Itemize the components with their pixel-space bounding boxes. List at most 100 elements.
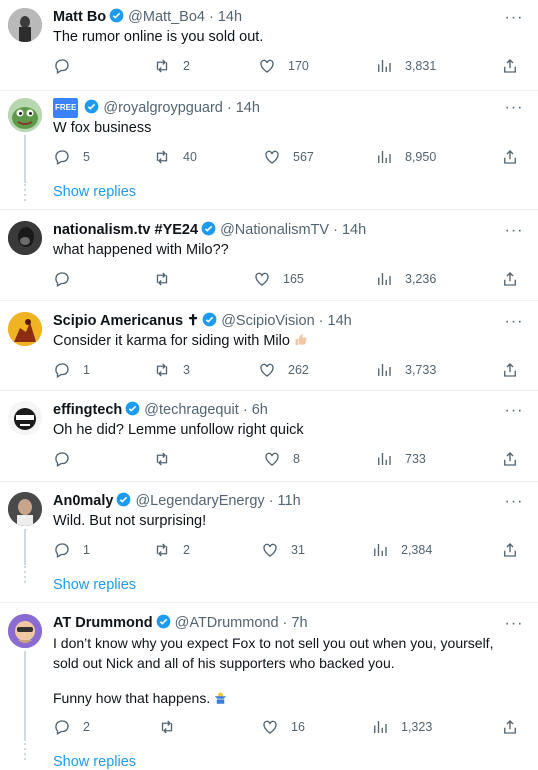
like-button[interactable]: 16 (261, 718, 305, 736)
display-name[interactable]: effingtech (53, 402, 122, 418)
user-handle[interactable]: @NationalismTV (220, 222, 329, 238)
reply-button[interactable] (53, 450, 71, 468)
reply-item[interactable]: effingtech @techragequit · 6h ··· Oh he d… (0, 391, 538, 481)
timestamp[interactable]: · 7h (283, 615, 308, 631)
user-handle[interactable]: @ScipioVision (221, 313, 314, 329)
reply-button[interactable]: 1 (53, 361, 90, 379)
like-count: 8 (293, 452, 300, 466)
more-options-icon[interactable]: ··· (504, 314, 524, 330)
user-handle[interactable]: @LegendaryEnergy (135, 493, 264, 509)
like-button[interactable]: 8 (263, 450, 300, 468)
user-handle[interactable]: @ATDrummond (175, 615, 279, 631)
reply-button[interactable]: 2 (53, 718, 90, 736)
more-options-icon[interactable]: ··· (504, 100, 524, 116)
views-icon (374, 721, 387, 733)
views-button[interactable]: 3,236 (375, 270, 436, 288)
more-options-icon[interactable]: ··· (504, 10, 524, 26)
views-button[interactable]: 8,950 (375, 148, 436, 166)
views-button[interactable]: 1,323 (371, 718, 432, 736)
share-button[interactable] (501, 718, 519, 736)
views-button[interactable]: 3,733 (375, 361, 436, 379)
avatar[interactable] (8, 221, 42, 255)
repost-button[interactable]: 2 (153, 57, 190, 75)
verified-badge-icon (156, 614, 170, 629)
like-count: 262 (288, 363, 309, 377)
more-options-icon[interactable]: ··· (504, 616, 524, 632)
reply-button[interactable] (53, 270, 71, 288)
like-button[interactable]: 262 (258, 361, 309, 379)
reply-button[interactable] (53, 57, 71, 75)
user-handle[interactable]: @royalgroypguard (103, 100, 223, 116)
reply-icon (55, 720, 69, 735)
repost-icon (156, 363, 168, 377)
share-button[interactable] (501, 450, 519, 468)
reply-text-line: I don’t know why you expect Fox to not s… (53, 635, 494, 651)
views-icon (378, 60, 391, 72)
repost-button[interactable]: 3 (153, 361, 190, 379)
like-button[interactable]: 170 (258, 57, 309, 75)
repost-count: 2 (183, 59, 190, 73)
reply-text-line: sold out Nick and all of his supporters … (53, 655, 395, 671)
display-name[interactable]: AT Drummond (53, 615, 153, 631)
display-name[interactable]: nationalism.tv #YE24 (53, 222, 198, 238)
avatar[interactable] (8, 401, 42, 435)
timestamp[interactable]: · 14h (333, 222, 366, 238)
reply-item[interactable]: An0maly @LegendaryEnergy · 11h ··· Wild. … (0, 482, 538, 602)
timestamp[interactable]: · 14h (227, 100, 260, 116)
user-handle[interactable]: @Matt_Bo4 (128, 9, 205, 25)
share-icon (504, 720, 516, 734)
timestamp[interactable]: · 14h (209, 9, 242, 25)
share-button[interactable] (501, 361, 519, 379)
reply-item[interactable]: nationalism.tv #YE24 @NationalismTV · 14h… (0, 210, 538, 300)
heart-icon (263, 720, 277, 734)
share-button[interactable] (501, 270, 519, 288)
heart-icon (260, 363, 274, 377)
like-button[interactable]: 567 (263, 148, 314, 166)
views-button[interactable]: 2,384 (371, 541, 432, 559)
reply-count: 1 (83, 543, 90, 557)
reply-button[interactable]: 5 (53, 148, 90, 166)
view-count: 733 (405, 452, 426, 466)
views-button[interactable]: 3,831 (375, 57, 436, 75)
avatar[interactable] (8, 312, 42, 346)
timestamp[interactable]: · 6h (243, 402, 268, 418)
reply-item[interactable]: FREE @royalgroypguard · 14h ··· W fox bus… (0, 91, 538, 209)
views-button[interactable]: 733 (375, 450, 426, 468)
share-button[interactable] (501, 541, 519, 559)
show-replies-link[interactable]: Show replies (53, 184, 136, 200)
more-options-icon[interactable]: ··· (504, 403, 524, 419)
display-name[interactable]: An0maly (53, 493, 113, 509)
repost-button[interactable]: 2 (153, 541, 190, 559)
like-count: 165 (283, 272, 304, 286)
reply-item[interactable]: Scipio Americanus ✝ @ScipioVision · 14h ·… (0, 301, 538, 391)
reply-item[interactable]: Matt Bo @Matt_Bo4 · 14h ··· The rumor onl… (0, 0, 538, 90)
reply-item[interactable]: AT Drummond @ATDrummond · 7h ··· I don’t … (0, 603, 538, 770)
avatar[interactable] (8, 98, 42, 132)
more-options-icon[interactable]: ··· (504, 494, 524, 510)
avatar[interactable] (8, 614, 42, 648)
timestamp[interactable]: · 14h (319, 313, 352, 329)
more-options-icon[interactable]: ··· (504, 223, 524, 239)
repost-button[interactable] (153, 270, 171, 288)
reply-text: The rumor online is you sold out. (53, 29, 264, 45)
avatar[interactable] (8, 492, 42, 526)
show-replies-link[interactable]: Show replies (53, 577, 136, 593)
reply-header: AT Drummond @ATDrummond · 7h (53, 614, 308, 632)
reply-icon (55, 543, 69, 558)
like-button[interactable]: 165 (253, 270, 304, 288)
repost-button[interactable] (153, 450, 171, 468)
share-button[interactable] (501, 148, 519, 166)
repost-button[interactable] (158, 718, 176, 736)
display-name[interactable]: Scipio Americanus ✝ (53, 313, 199, 329)
avatar[interactable] (8, 8, 42, 42)
reply-header: FREE @royalgroypguard · 14h (53, 98, 260, 118)
like-button[interactable]: 31 (261, 541, 305, 559)
share-button[interactable] (501, 57, 519, 75)
view-count: 8,950 (405, 150, 437, 164)
repost-button[interactable]: 40 (153, 148, 197, 166)
user-handle[interactable]: @techragequit (144, 402, 239, 418)
views-icon (378, 151, 391, 163)
display-name[interactable]: Matt Bo (53, 9, 106, 25)
timestamp[interactable]: · 11h (269, 493, 301, 509)
reply-button[interactable]: 1 (53, 541, 90, 559)
